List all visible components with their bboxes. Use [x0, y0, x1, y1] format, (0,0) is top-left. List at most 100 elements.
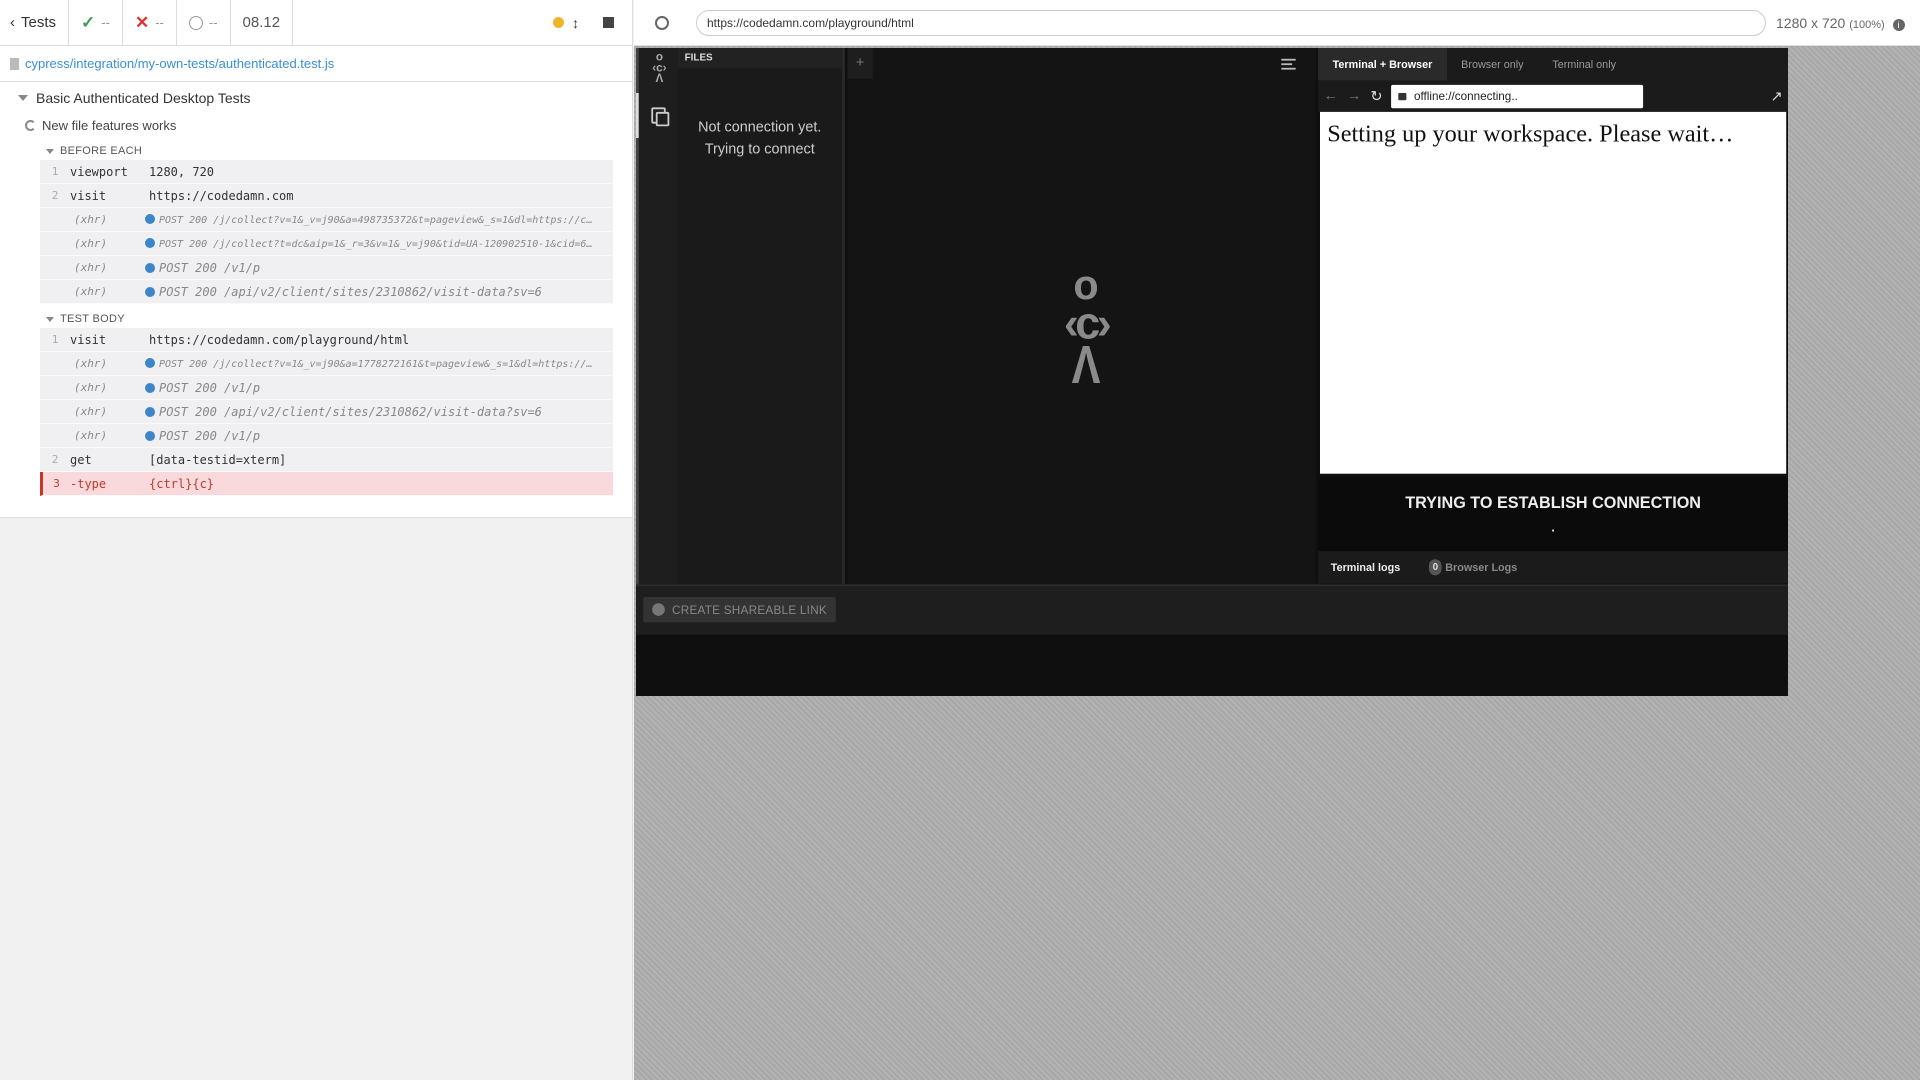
command-name: (xhr): [74, 429, 108, 442]
status-dot-icon: [553, 17, 564, 28]
tab-terminal-browser[interactable]: Terminal + Browser: [1318, 48, 1447, 81]
cloud-icon: [652, 603, 665, 616]
tab-terminal-only[interactable]: Terminal only: [1538, 48, 1630, 80]
aut-panel: https://codedamn.com/playground/html 128…: [634, 0, 1920, 1080]
command-row[interactable]: 1 viewport 1280, 720: [40, 160, 613, 184]
file-explorer: FILES Not connection yet. Trying to conn…: [677, 48, 845, 585]
command-row[interactable]: (xhr) POST 200 /j/collect?v=1&_v=j90&a=17…: [40, 352, 613, 376]
file-icon: [10, 57, 19, 70]
viewport-size[interactable]: 1280 x 720 (100%) i: [1776, 15, 1905, 31]
command-row[interactable]: (xhr) POST 200 /api/v2/client/sites/23108…: [40, 400, 613, 424]
browser-preview: Setting up your workspace. Please wait…: [1320, 111, 1787, 474]
hook-before-each[interactable]: BEFORE EACH: [46, 145, 142, 157]
codedamn-watermark-icon: o ‹c› Λ: [1063, 261, 1112, 395]
scroll-arrows-icon: ↕: [572, 14, 579, 31]
running-spinner-icon: [25, 120, 36, 131]
duration: 08.12: [231, 0, 294, 45]
command-name: (xhr): [74, 213, 108, 226]
browser-logs-count: 0: [1429, 559, 1442, 576]
back-arrow-icon[interactable]: ←: [1324, 88, 1338, 104]
aut-url-bar[interactable]: https://codedamn.com/playground/html: [696, 9, 1766, 36]
editor-area: + o ‹c› Λ: [847, 48, 1316, 585]
activity-bar: o ‹c› Λ: [636, 48, 678, 585]
command-name: viewport: [70, 164, 128, 179]
command-row[interactable]: 2 get [data-testid=xterm]: [40, 448, 613, 472]
test-title[interactable]: New file features works: [25, 118, 176, 133]
command-name: (xhr): [74, 357, 108, 370]
command-row[interactable]: (xhr) POST 200 /j/collect?v=1&_v=j90&a=49…: [40, 208, 613, 232]
command-message: https://codedamn.com/playground/html: [149, 332, 410, 347]
info-icon: i: [1892, 18, 1905, 31]
command-message: POST 200 /j/collect?v=1&_v=j90&a=4987353…: [145, 213, 613, 226]
files-icon: [650, 107, 669, 127]
crosshair-icon: [655, 15, 669, 30]
command-message: [data-testid=xterm]: [149, 452, 287, 467]
connection-message: Not connection yet. Trying to connect: [698, 120, 822, 157]
open-external-icon[interactable]: ↗: [1771, 87, 1783, 105]
command-row[interactable]: 1 visit https://codedamn.com/playground/ht…: [40, 328, 613, 352]
tests-label: Tests: [21, 14, 57, 31]
request-dot-icon: [145, 430, 155, 441]
command-row[interactable]: (xhr) POST 200 /v1/p: [40, 376, 613, 400]
check-icon: ✓: [81, 12, 96, 32]
circle-icon: [188, 15, 203, 30]
cross-icon: ✕: [134, 12, 150, 32]
request-dot-icon: [145, 262, 155, 273]
command-message: POST 200 /j/collect?t=dc&aip=1&_r=3&v=1&…: [145, 237, 613, 250]
cypress-reporter: ‹ Tests ✓ -- ✕ -- -- 08.12 ↕ cypress/int…: [0, 0, 633, 1080]
command-row-failed[interactable]: 3 -type {ctrl}{c}: [40, 472, 613, 496]
tab-browser-only[interactable]: Browser only: [1447, 48, 1538, 80]
command-name: get: [70, 452, 92, 467]
create-shareable-link-button[interactable]: CREATE SHAREABLE LINK: [643, 597, 837, 623]
request-dot-icon: [145, 286, 155, 297]
autoscroll-toggle[interactable]: ↕: [541, 0, 591, 45]
test-body-commands: 1 visit https://codedamn.com/playground/ht…: [40, 328, 613, 496]
command-message: POST 200 /v1/p: [145, 381, 613, 395]
command-row[interactable]: 2 visit https://codedamn.com: [40, 184, 613, 208]
command-message: POST 200 /api/v2/client/sites/2310862/vi…: [145, 405, 613, 419]
codedamn-logo-icon: o ‹c› Λ: [652, 49, 667, 85]
request-dot-icon: [145, 382, 155, 393]
tests-back-button[interactable]: ‹ Tests: [0, 0, 70, 45]
command-number: 2: [51, 453, 59, 466]
caret-down-icon: [46, 316, 54, 322]
browser-address-bar[interactable]: offline://connecting..: [1391, 84, 1644, 108]
passed-count: ✓ --: [69, 0, 123, 45]
command-name: (xhr): [74, 381, 108, 394]
tab-terminal-logs[interactable]: Terminal logs: [1331, 561, 1400, 574]
stop-icon: [603, 17, 614, 28]
preview-pane: Terminal + Browser Browser only Terminal…: [1318, 48, 1788, 585]
files-activity-button[interactable]: [636, 93, 677, 138]
command-number: 2: [51, 189, 59, 202]
command-row[interactable]: (xhr) POST 200 /api/v2/client/sites/23108…: [40, 280, 613, 304]
selector-playground-button[interactable]: [642, 15, 682, 30]
hook-test-body[interactable]: TEST BODY: [46, 313, 125, 325]
command-row[interactable]: (xhr) POST 200 /v1/p: [40, 256, 613, 280]
command-row[interactable]: (xhr) POST 200 /v1/p: [40, 424, 613, 448]
logs-tabs: Terminal logs 0 Browser Logs: [1318, 551, 1788, 584]
lock-icon: [1398, 92, 1407, 100]
preview-tabs: Terminal + Browser Browser only Terminal…: [1318, 48, 1788, 81]
pending-count: --: [177, 0, 231, 45]
tab-browser-logs[interactable]: 0 Browser Logs: [1429, 559, 1517, 576]
forward-arrow-icon[interactable]: →: [1347, 88, 1361, 104]
stop-button[interactable]: [591, 0, 632, 45]
app-footer: CREATE SHAREABLE LINK: [636, 584, 1788, 635]
spec-path[interactable]: cypress/integration/my-own-tests/authent…: [0, 46, 632, 82]
command-row[interactable]: (xhr) POST 200 /j/collect?t=dc&aip=1&_r=3…: [40, 232, 613, 256]
command-message: POST 200 /v1/p: [145, 261, 613, 275]
suite-title[interactable]: Basic Authenticated Desktop Tests: [18, 90, 251, 106]
command-number: 3: [53, 477, 60, 490]
word-wrap-icon[interactable]: [1281, 58, 1296, 70]
command-name: visit: [70, 188, 107, 203]
command-message: POST 200 /api/v2/client/sites/2310862/vi…: [145, 285, 613, 299]
command-name: (xhr): [74, 405, 108, 418]
request-dot-icon: [145, 357, 155, 368]
command-message: POST 200 /v1/p: [145, 429, 613, 443]
command-name: (xhr): [74, 261, 108, 274]
add-tab-button[interactable]: +: [847, 48, 873, 79]
refresh-icon[interactable]: ↻: [1370, 87, 1382, 105]
command-message: https://codedamn.com: [149, 188, 294, 203]
browser-nav: ← → ↻ offline://connecting.. ↗: [1318, 80, 1788, 112]
failed-count: ✕ --: [123, 0, 177, 45]
